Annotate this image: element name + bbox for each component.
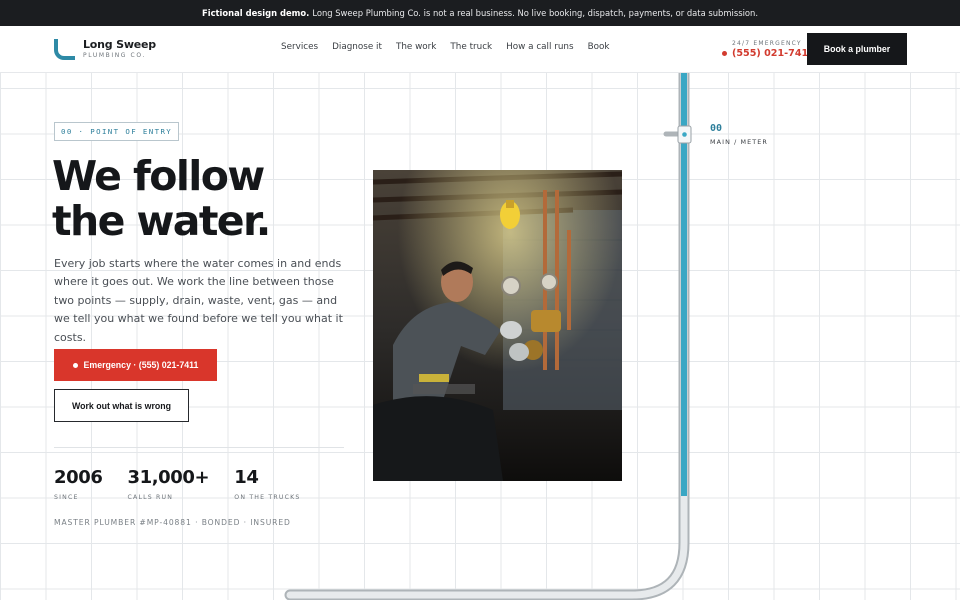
pipe-body — [286, 73, 688, 599]
emergency-contact[interactable]: 24/7 EMERGENCY (555) 021-7411 — [722, 40, 815, 59]
emergency-phone-row: (555) 021-7411 — [722, 48, 815, 59]
logo[interactable]: Long Sweep PLUMBING CO. — [54, 38, 156, 60]
emergency-label: 24/7 EMERGENCY — [732, 40, 802, 47]
pipe-marker-label: MAIN / METER — [710, 138, 768, 146]
pipe-outline — [284, 73, 690, 600]
nav-link-truck[interactable]: The truck — [450, 42, 492, 52]
nav-links: Services Diagnose it The work The truck … — [281, 42, 609, 52]
status-dot-icon — [722, 51, 727, 56]
nav-link-services[interactable]: Services — [281, 42, 318, 52]
banner-text: Long Sweep Plumbing Co. is not a real bu… — [312, 8, 759, 18]
top-nav: Long Sweep PLUMBING CO. Services Diagnos… — [0, 26, 960, 73]
pipe-marker-number: 00 — [710, 123, 723, 134]
pipe-elbow-logo-icon — [54, 39, 75, 60]
emergency-phone[interactable]: (555) 021-7411 — [732, 48, 815, 59]
nav-link-how-call-runs[interactable]: How a call runs — [506, 42, 573, 52]
nav-link-diagnose[interactable]: Diagnose it — [332, 42, 382, 52]
book-plumber-button[interactable]: Book a plumber — [807, 33, 907, 65]
demo-banner: Fictional design demo. Long Sweep Plumbi… — [0, 0, 960, 26]
water-line-graphic — [284, 73, 692, 600]
brand-sub: PLUMBING CO. — [83, 52, 146, 59]
nav-link-work[interactable]: The work — [396, 42, 436, 52]
nav-link-book[interactable]: Book — [588, 42, 610, 52]
brand-name: Long Sweep — [83, 38, 156, 51]
meter-dot-icon — [682, 132, 687, 137]
banner-strong: Fictional design demo. — [201, 8, 310, 18]
